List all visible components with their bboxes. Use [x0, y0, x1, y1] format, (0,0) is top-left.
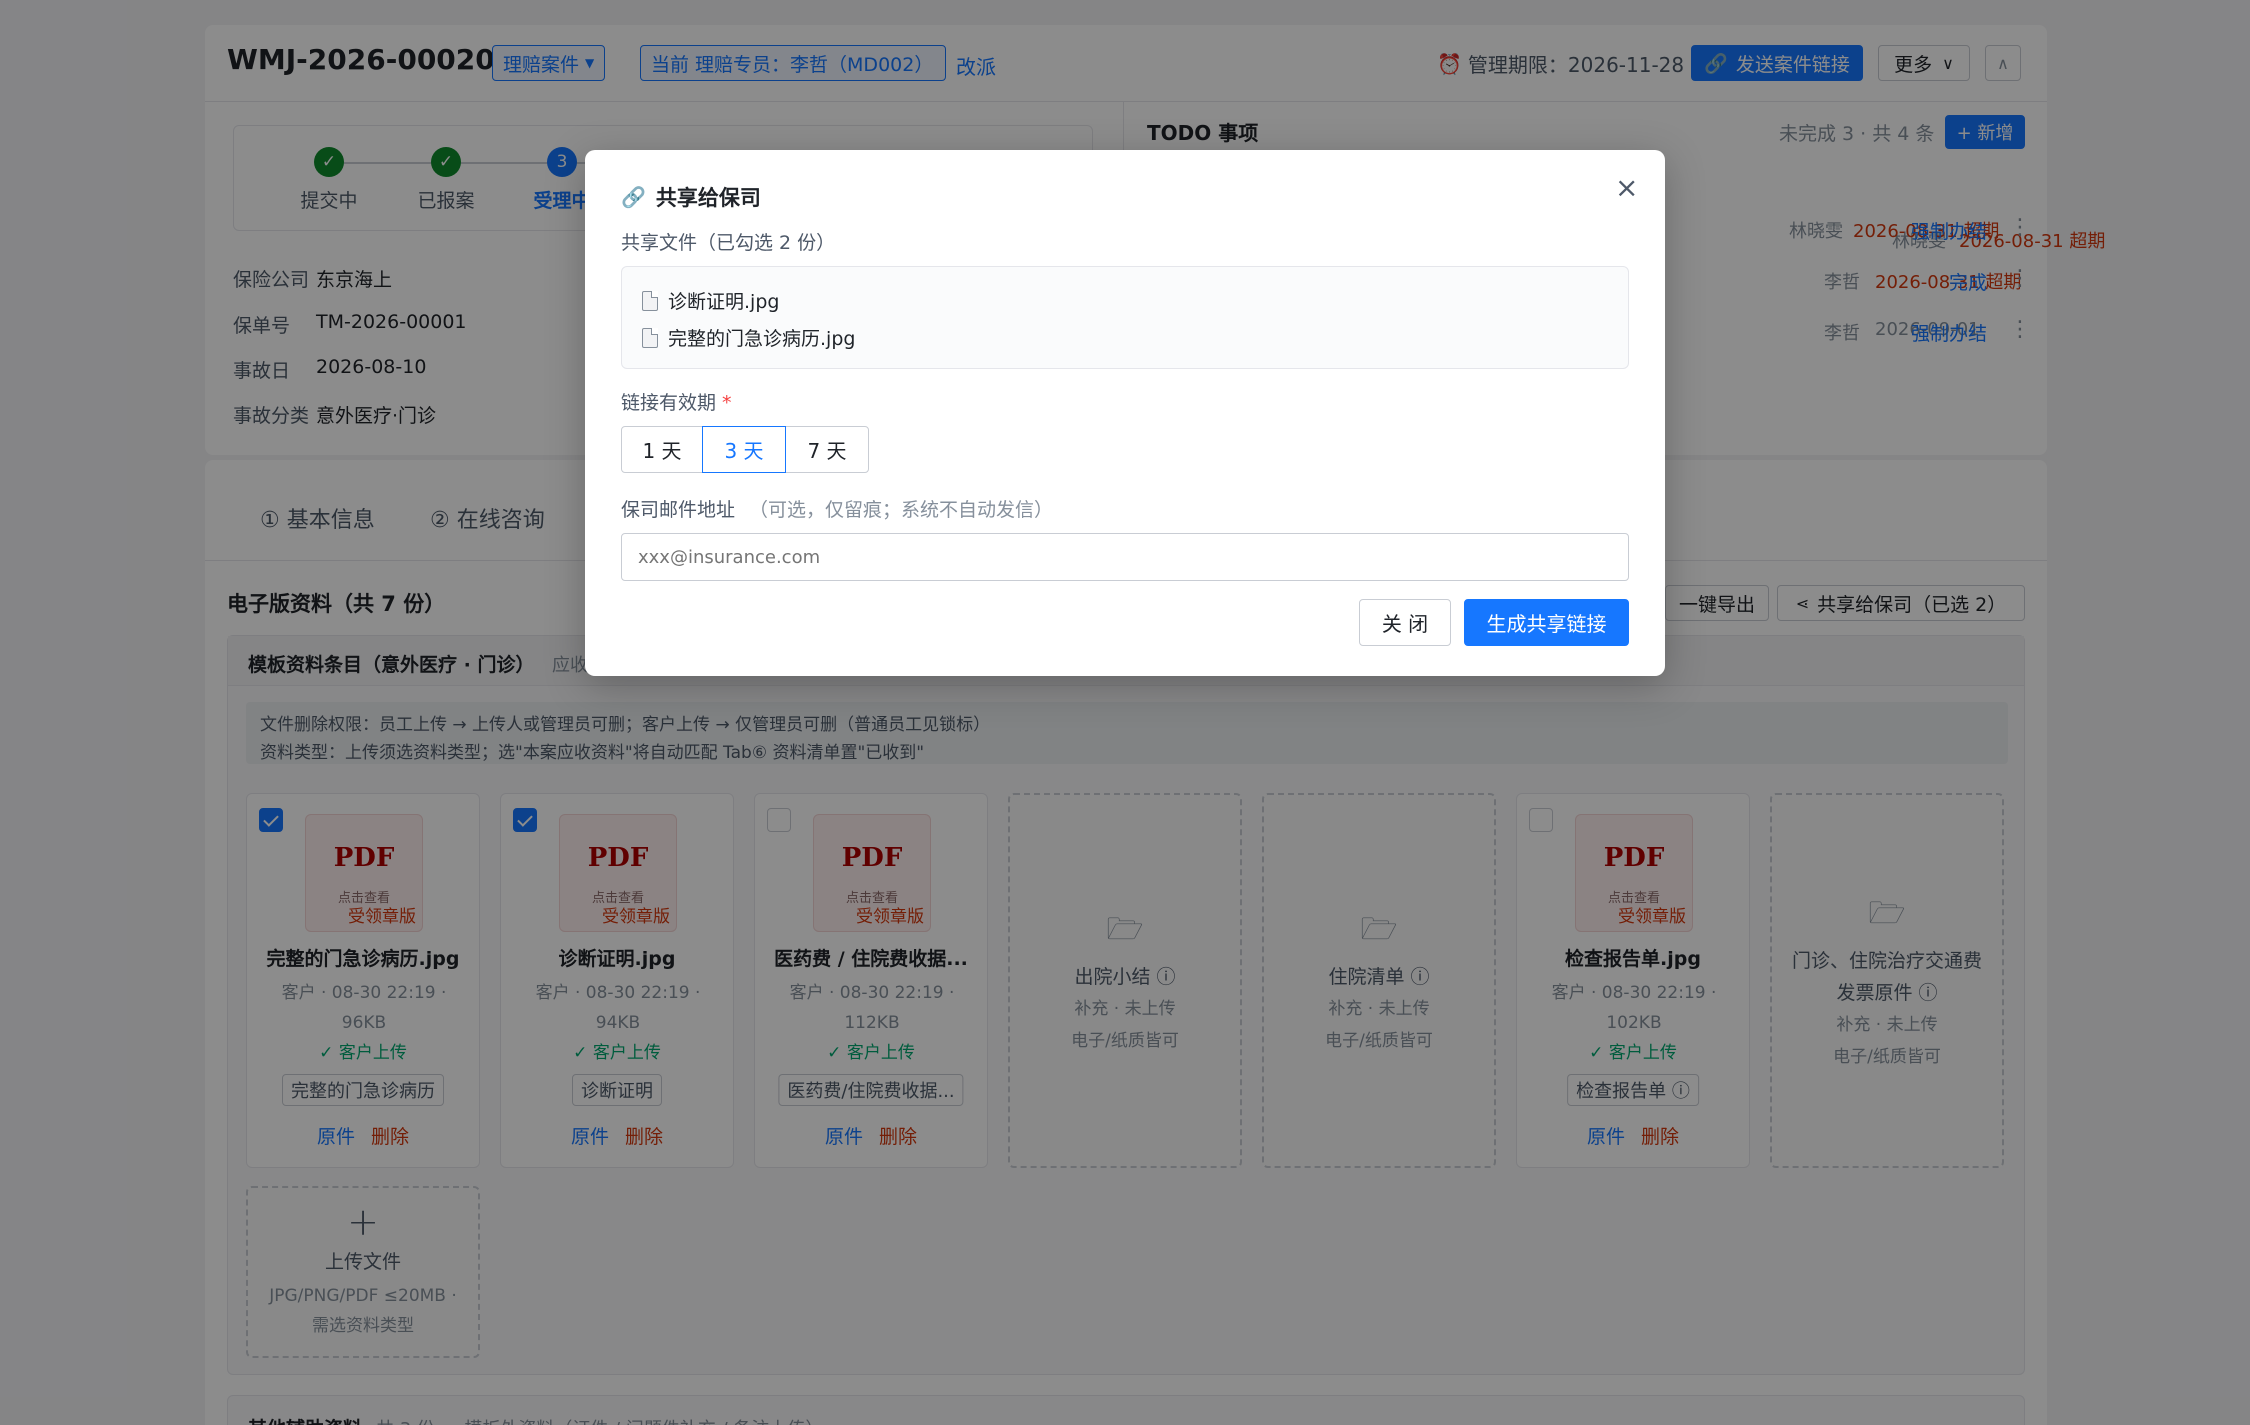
shared-files-label: 共享文件（已勾选 2 份）	[621, 232, 836, 254]
validity-label: 链接有效期 *	[621, 388, 732, 415]
validity-label-text: 链接有效期	[621, 392, 717, 414]
close-icon[interactable]: ×	[1615, 174, 1638, 202]
file-icon	[642, 328, 658, 348]
file-icon	[642, 291, 658, 311]
shared-file-item: 完整的门急诊病历.jpg	[642, 324, 855, 351]
email-label-text: 保司邮件地址	[621, 499, 736, 521]
email-hint: （可选，仅留痕；系统不自动发信）	[749, 499, 1054, 521]
email-input[interactable]	[621, 533, 1629, 581]
validity-option-1-day[interactable]: 1 天	[621, 426, 703, 473]
dialog-title-text: 共享给保司	[655, 186, 761, 210]
required-mark: *	[722, 392, 732, 414]
shared-files-list: 诊断证明.jpg 完整的门急诊病历.jpg	[621, 266, 1629, 369]
link-icon: 🔗	[621, 185, 646, 209]
shared-file-name: 诊断证明.jpg	[668, 291, 780, 313]
generate-link-button[interactable]: 生成共享链接	[1464, 599, 1629, 646]
email-label: 保司邮件地址 （可选，仅留痕；系统不自动发信）	[621, 495, 1053, 522]
validity-option-3-days[interactable]: 3 天	[702, 426, 786, 473]
validity-option-7-days[interactable]: 7 天	[785, 426, 869, 473]
dialog-title: 🔗 共享给保司	[621, 182, 761, 212]
shared-file-name: 完整的门急诊病历.jpg	[668, 328, 856, 350]
shared-file-item: 诊断证明.jpg	[642, 287, 779, 314]
close-button[interactable]: 关 闭	[1359, 599, 1451, 646]
share-dialog: 🔗 共享给保司 × 共享文件（已勾选 2 份） 诊断证明.jpg 完整的门急诊病历…	[585, 150, 1665, 676]
